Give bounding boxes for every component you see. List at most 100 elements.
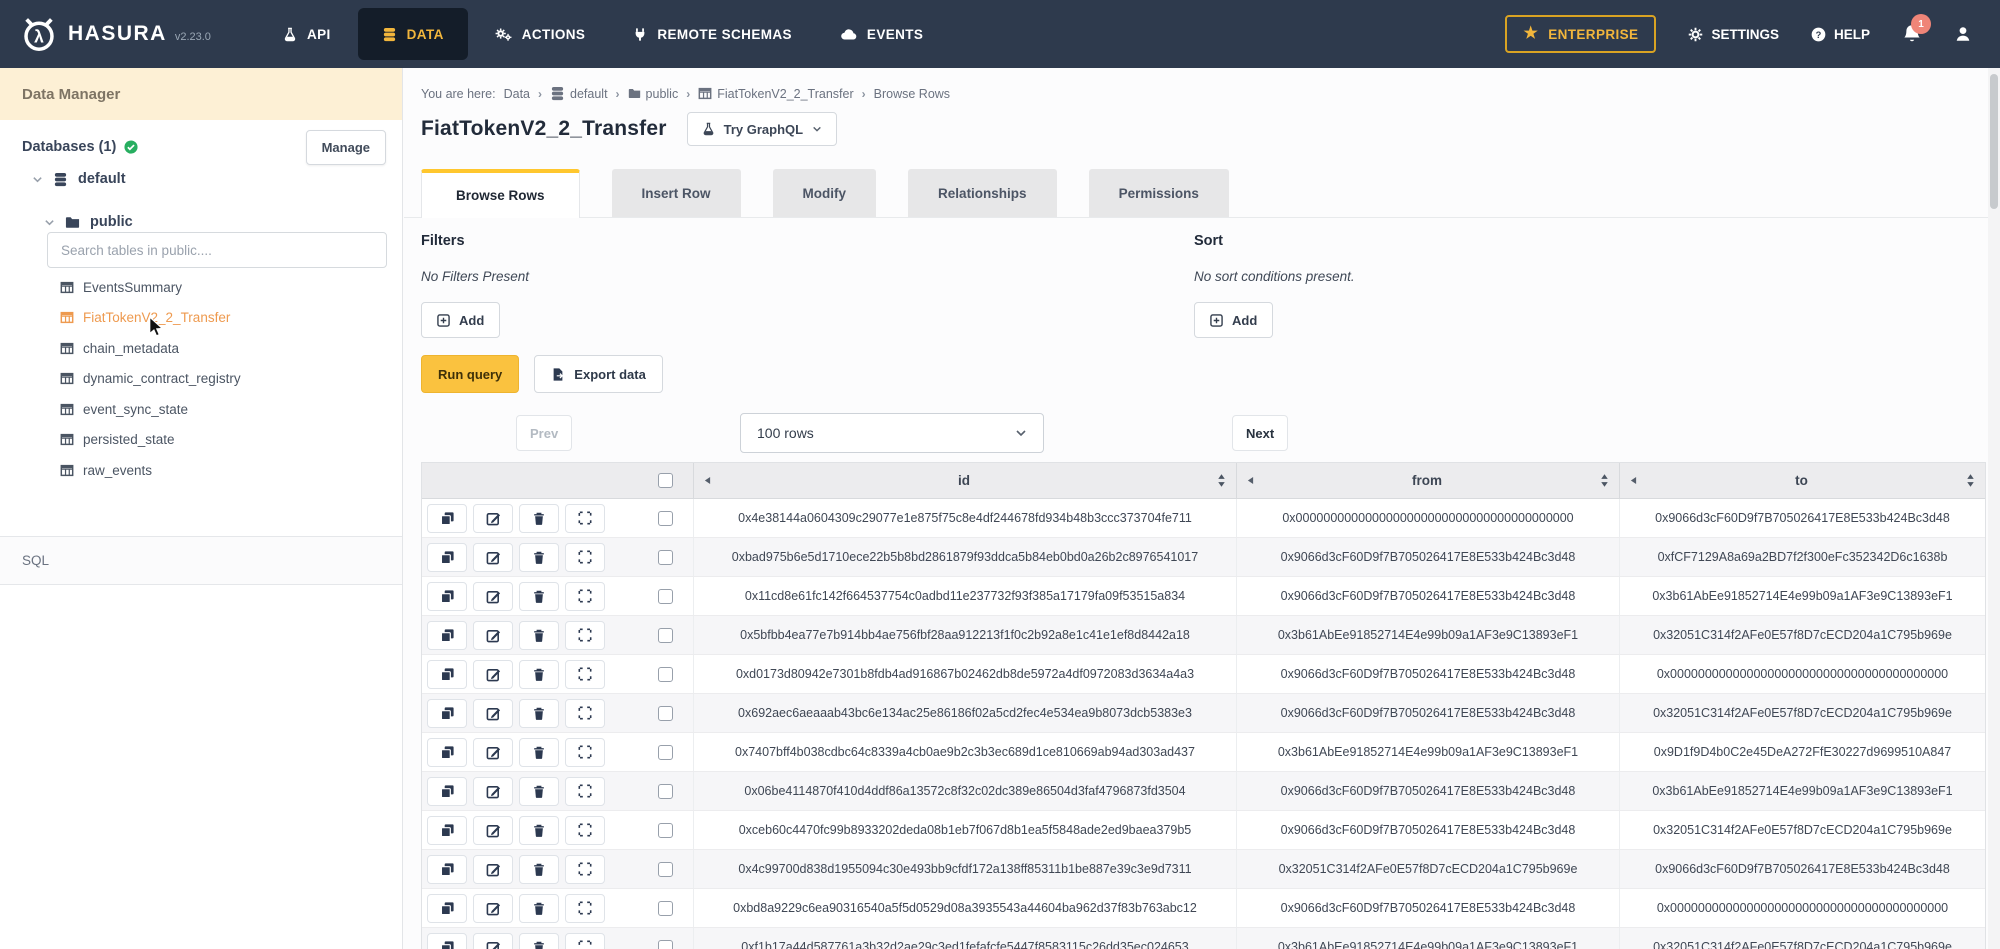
- clone-row-button[interactable]: [427, 738, 467, 767]
- delete-row-button[interactable]: [519, 543, 559, 572]
- prev-page-button[interactable]: Prev: [516, 415, 572, 451]
- cell-to[interactable]: 0x9066d3cF60D9f7B705026417E8E533b424Bc3d…: [1619, 850, 1985, 888]
- expand-row-button[interactable]: [565, 894, 605, 923]
- collapse-left-icon[interactable]: [1247, 476, 1254, 485]
- edit-row-button[interactable]: [473, 582, 513, 611]
- notifications-button[interactable]: 1: [1902, 24, 1922, 44]
- delete-row-button[interactable]: [519, 582, 559, 611]
- row-checkbox[interactable]: [658, 667, 673, 682]
- nav-item-data[interactable]: DATA: [358, 8, 468, 60]
- cell-from[interactable]: 0x3b61AbEe91852714E4e99b09a1AF3e9C13893e…: [1236, 616, 1619, 654]
- cell-from[interactable]: 0x00000000000000000000000000000000000000…: [1236, 499, 1619, 537]
- row-checkbox[interactable]: [658, 784, 673, 799]
- breadcrumb-item-data[interactable]: Data: [504, 87, 530, 101]
- expand-row-button[interactable]: [565, 699, 605, 728]
- clone-row-button[interactable]: [427, 621, 467, 650]
- nav-item-api[interactable]: API: [259, 0, 355, 68]
- delete-row-button[interactable]: [519, 777, 559, 806]
- cell-id[interactable]: 0x5bfbb4ea77e7b914bb4ae756fbf28aa912213f…: [693, 616, 1236, 654]
- cell-to[interactable]: 0x9D1f9D4b0C2e45DeA272FfE30227d9699510A8…: [1619, 733, 1985, 771]
- row-checkbox[interactable]: [658, 745, 673, 760]
- user-menu-button[interactable]: [1954, 25, 1972, 43]
- edit-row-button[interactable]: [473, 621, 513, 650]
- breadcrumb-item-public[interactable]: public: [628, 87, 679, 101]
- cell-id[interactable]: 0xbd8a9229c6ea90316540a5f5d0529d08a39355…: [693, 889, 1236, 927]
- breadcrumb-item-fiattokenv2_2_transfer[interactable]: FiatTokenV2_2_Transfer: [698, 87, 853, 101]
- cell-to[interactable]: 0x9066d3cF60D9f7B705026417E8E533b424Bc3d…: [1619, 499, 1985, 537]
- delete-row-button[interactable]: [519, 699, 559, 728]
- row-checkbox[interactable]: [658, 589, 673, 604]
- cell-to[interactable]: 0x32051C314f2AFe0E57f8D7cECD204a1C795b96…: [1619, 811, 1985, 849]
- delete-row-button[interactable]: [519, 855, 559, 884]
- cell-id[interactable]: 0xd0173d80942e7301b8fdb4ad916867b02462db…: [693, 655, 1236, 693]
- run-query-button[interactable]: Run query: [421, 355, 519, 393]
- expand-row-button[interactable]: [565, 621, 605, 650]
- help-button[interactable]: ? HELP: [1811, 27, 1870, 42]
- edit-row-button[interactable]: [473, 738, 513, 767]
- cell-to[interactable]: 0x00000000000000000000000000000000000000…: [1619, 655, 1985, 693]
- clone-row-button[interactable]: [427, 894, 467, 923]
- cell-id[interactable]: 0x4e38144a0604309c29077e1e875f75c8e4df24…: [693, 499, 1236, 537]
- sidebar-item-dynamic_contract_registry[interactable]: dynamic_contract_registry: [60, 364, 392, 395]
- sidebar-item-sql[interactable]: SQL: [0, 536, 402, 585]
- column-header-from[interactable]: from: [1236, 463, 1619, 498]
- expand-row-button[interactable]: [565, 660, 605, 689]
- breadcrumb-item-default[interactable]: default: [550, 86, 608, 101]
- expand-row-button[interactable]: [565, 738, 605, 767]
- export-data-button[interactable]: Export data: [534, 355, 663, 393]
- cell-to[interactable]: 0x32051C314f2AFe0E57f8D7cECD204a1C795b96…: [1619, 928, 1985, 949]
- nav-item-actions[interactable]: ACTIONS: [471, 0, 610, 68]
- try-graphql-button[interactable]: Try GraphQL: [687, 112, 837, 146]
- tab-insert-row[interactable]: Insert Row: [612, 169, 741, 217]
- cell-from[interactable]: 0x32051C314f2AFe0E57f8D7cECD204a1C795b96…: [1236, 850, 1619, 888]
- tab-permissions[interactable]: Permissions: [1089, 169, 1229, 217]
- nav-item-remote-schemas[interactable]: REMOTE SCHEMAS: [609, 0, 816, 68]
- delete-row-button[interactable]: [519, 816, 559, 845]
- sidebar-item-public-schema[interactable]: public: [44, 214, 133, 230]
- cell-id[interactable]: 0x11cd8e61fc142f664537754c0adbd11e237732…: [693, 577, 1236, 615]
- tab-relationships[interactable]: Relationships: [908, 169, 1057, 217]
- sidebar-item-eventssummary[interactable]: EventsSummary: [60, 272, 392, 303]
- row-checkbox[interactable]: [658, 550, 673, 565]
- clone-row-button[interactable]: [427, 504, 467, 533]
- expand-row-button[interactable]: [565, 816, 605, 845]
- column-header-to[interactable]: to: [1619, 463, 1985, 498]
- delete-row-button[interactable]: [519, 660, 559, 689]
- collapse-left-icon[interactable]: [704, 476, 711, 485]
- cell-from[interactable]: 0x9066d3cF60D9f7B705026417E8E533b424Bc3d…: [1236, 577, 1619, 615]
- sidebar-item-fiattokenv2_2_transfer[interactable]: FiatTokenV2_2_Transfer: [60, 303, 392, 334]
- cell-from[interactable]: 0x3b61AbEe91852714E4e99b09a1AF3e9C13893e…: [1236, 928, 1619, 949]
- cell-from[interactable]: 0x9066d3cF60D9f7B705026417E8E533b424Bc3d…: [1236, 694, 1619, 732]
- manage-button[interactable]: Manage: [306, 130, 386, 165]
- clone-row-button[interactable]: [427, 933, 467, 949]
- cell-from[interactable]: 0x9066d3cF60D9f7B705026417E8E533b424Bc3d…: [1236, 655, 1619, 693]
- cell-id[interactable]: 0xf1b17a44d587761a3b32d2ae29c3ed1fefafcf…: [693, 928, 1236, 949]
- next-page-button[interactable]: Next: [1232, 415, 1288, 451]
- add-sort-button[interactable]: Add: [1194, 302, 1273, 338]
- vertical-scrollbar[interactable]: [1988, 68, 2000, 949]
- enterprise-button[interactable]: ★ ENTERPRISE: [1505, 15, 1656, 53]
- cell-to[interactable]: 0x3b61AbEe91852714E4e99b09a1AF3e9C13893e…: [1619, 772, 1985, 810]
- cell-to[interactable]: 0x00000000000000000000000000000000000000…: [1619, 889, 1985, 927]
- clone-row-button[interactable]: [427, 660, 467, 689]
- cell-from[interactable]: 0x9066d3cF60D9f7B705026417E8E533b424Bc3d…: [1236, 772, 1619, 810]
- edit-row-button[interactable]: [473, 933, 513, 949]
- cell-from[interactable]: 0x9066d3cF60D9f7B705026417E8E533b424Bc3d…: [1236, 889, 1619, 927]
- tab-modify[interactable]: Modify: [773, 169, 877, 217]
- nav-item-events[interactable]: EVENTS: [816, 0, 947, 68]
- sidebar-item-chain_metadata[interactable]: chain_metadata: [60, 333, 392, 364]
- clone-row-button[interactable]: [427, 855, 467, 884]
- hasura-brand[interactable]: λ HASURA v2.23.0: [0, 15, 211, 53]
- cell-to[interactable]: 0x32051C314f2AFe0E57f8D7cECD204a1C795b96…: [1619, 616, 1985, 654]
- select-all-checkbox[interactable]: [658, 473, 673, 488]
- edit-row-button[interactable]: [473, 777, 513, 806]
- sort-icon[interactable]: [1600, 473, 1609, 488]
- cell-to[interactable]: 0x32051C314f2AFe0E57f8D7cECD204a1C795b96…: [1619, 694, 1985, 732]
- row-checkbox[interactable]: [658, 901, 673, 916]
- clone-row-button[interactable]: [427, 582, 467, 611]
- sidebar-item-default-database[interactable]: default: [32, 171, 126, 187]
- edit-row-button[interactable]: [473, 894, 513, 923]
- cell-id[interactable]: 0x692aec6aeaaab43bc6e134ac25e86186f02a5c…: [693, 694, 1236, 732]
- expand-row-button[interactable]: [565, 543, 605, 572]
- sidebar-item-raw_events[interactable]: raw_events: [60, 455, 392, 486]
